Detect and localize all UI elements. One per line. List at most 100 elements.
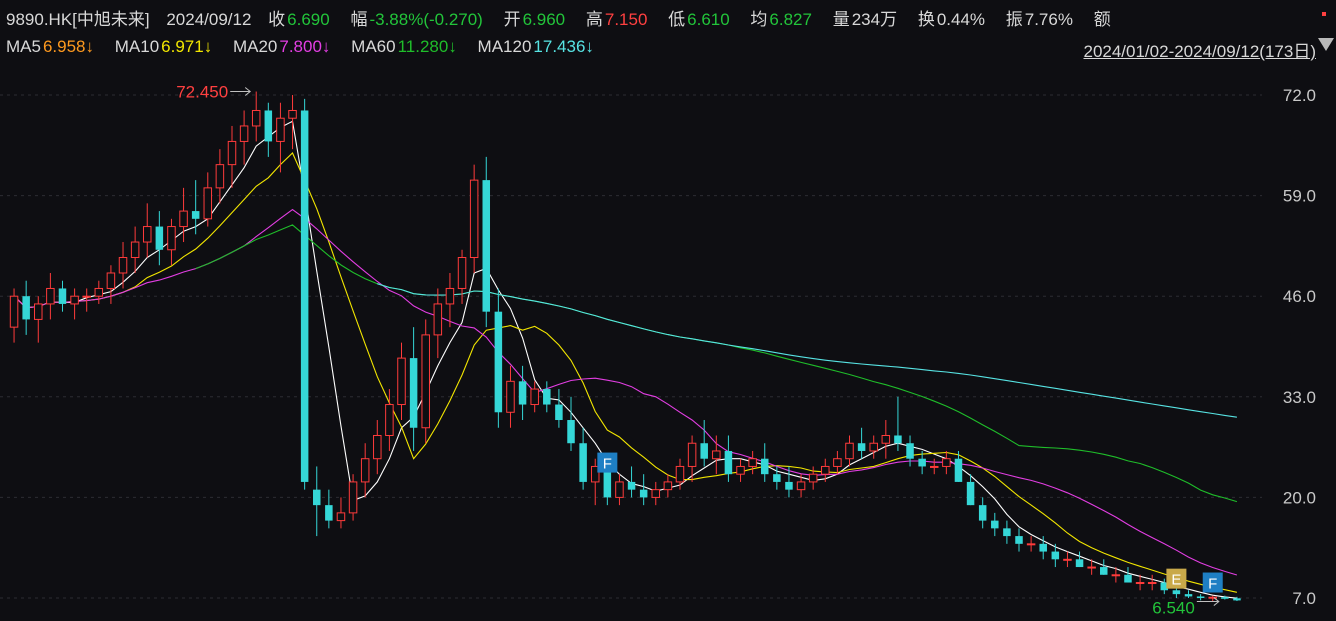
candles [9,91,1241,602]
symbol-label: 9890.HK[中旭未来] [6,10,150,29]
low-value: 6.610 [687,10,730,29]
ma5-label: MA5 [6,37,41,56]
ma60-label: MA60 [351,37,396,56]
candle-body [457,257,467,289]
y-tick-label: 46.0 [1283,287,1316,306]
candle-body [336,512,346,522]
candle-body [130,241,140,259]
candle-body [1172,590,1181,595]
candle-body [1147,582,1157,585]
candle-body [227,140,237,166]
candlestick-chart[interactable]: 72.0 59.0 46.0 33.0 20.0 7.0 72.450 6.540 F E F [0,62,1336,621]
candle-body [991,520,999,529]
candle-body [445,287,455,305]
quote-info-bar: 9890.HK[中旭未来] 2024/09/12 收 6.690 幅 -3.88%(… [6,5,1113,30]
candle-body [373,434,382,460]
y-axis: 72.0 59.0 46.0 33.0 20.0 7.0 [1283,86,1316,608]
candle-body [179,210,188,228]
ma120-label: MA120 [477,37,532,56]
candle-body [118,257,128,274]
candle-body [615,481,624,498]
candle-body [700,443,708,459]
candle-body [1051,551,1060,560]
low-price-label: 6.540 [1152,599,1195,618]
ma120-value: 17.436↓ [533,37,594,56]
candle-body [555,404,563,421]
candle-body [1196,596,1205,598]
candle-body [796,481,806,491]
ma10-label: MA10 [114,37,160,56]
candle-body [1075,559,1084,568]
candle-body [724,450,733,475]
close-label: 收 [268,10,286,29]
candle-body [300,110,309,482]
candle-body [1111,574,1121,577]
change-value: -3.88%(-0.270) [369,10,483,29]
candle-body [543,389,551,405]
dropdown-arrow-icon[interactable] [1318,38,1334,51]
annotations: 72.450 6.540 F E F [176,83,1223,618]
candle-body [736,465,745,475]
candle-body [918,458,926,467]
candle-body [167,226,176,251]
date-range-selector[interactable]: 2024/01/02-2024/09/12(173日) [1083,37,1316,62]
turnover-value: 0.44% [936,10,986,29]
candle-body [494,311,503,413]
turnover-label: 换 [917,10,935,29]
candle-body [821,465,830,475]
candle-body [929,465,939,468]
candle-body [808,473,818,483]
open-value: 6.960 [522,10,566,29]
open-label: 开 [503,10,521,29]
candle-body [106,272,116,289]
high-arrow-icon [230,87,252,96]
candle-body [687,442,697,467]
candle-body [82,295,91,298]
candle-body [70,295,79,305]
avg-value: 6.827 [769,10,812,29]
candle-body [857,443,866,451]
candle-body [530,388,539,406]
close-value: 6.690 [287,10,330,29]
candle-body [942,458,951,467]
candle-body [46,287,55,305]
candle-body [1100,567,1108,575]
low-label: 低 [668,10,686,29]
candle-body [1063,558,1072,561]
candle-body [760,458,769,475]
candle-body [663,481,673,491]
candle-body [1039,543,1047,552]
marker-f-1-text: F [603,456,612,473]
candle-body [954,458,963,482]
marker-e-text: E [1171,572,1181,589]
candle-body [894,435,902,444]
high-value: 7.150 [604,10,648,29]
candle-body [869,442,878,452]
candle-body [579,443,587,482]
candle-body [482,180,491,312]
candle-body [966,481,975,506]
avg-label: 均 [750,10,768,29]
candle-body [773,474,781,482]
candle-body [288,109,297,119]
candle-body [651,489,661,498]
candle-body [881,434,891,444]
candle-body [978,505,987,521]
candle-body [360,458,370,483]
candle-body [94,287,104,297]
candle-body [1003,528,1011,537]
candle-body [215,164,225,189]
candle-body [906,443,914,459]
ma-lines [13,120,1238,599]
ma60-value: 11.280↓ [397,37,457,56]
candle-body [239,125,249,142]
ma5-value: 6.958↓ [42,37,95,56]
candle-body [264,110,273,142]
candle-body [312,489,321,506]
candle-body [1135,582,1145,585]
candle-body [433,303,443,336]
candle-body [1026,543,1036,546]
candle-body [409,358,418,428]
candle-body [1184,594,1193,597]
ma10-line [13,152,1238,593]
